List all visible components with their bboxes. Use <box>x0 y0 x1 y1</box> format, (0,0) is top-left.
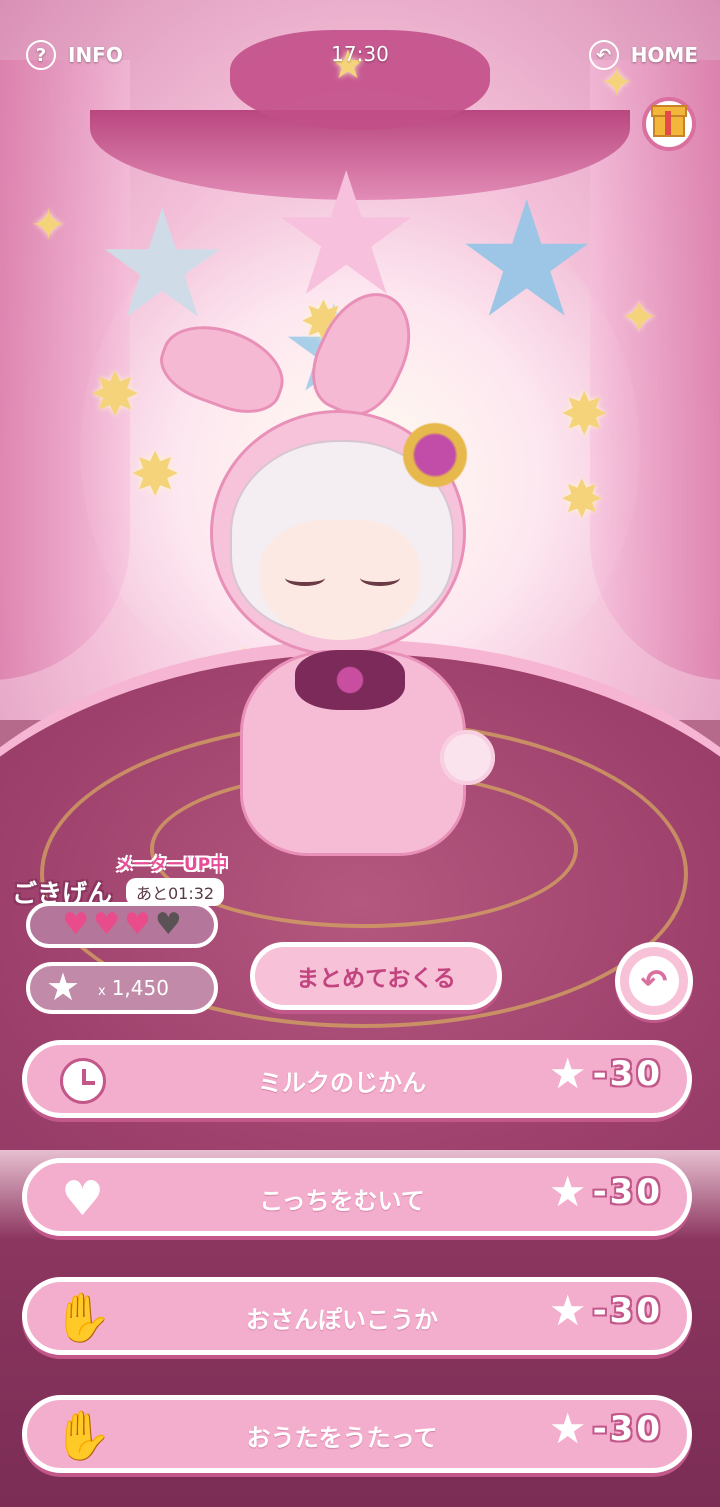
info-label: INFO <box>68 43 123 67</box>
action-label: こっちをむいて <box>259 1187 425 1215</box>
home-label: HOME <box>630 43 698 67</box>
star-count: x 1,450 <box>98 976 169 1000</box>
return-icon: ↶ <box>588 40 619 70</box>
heart-filled-icon: ♥ <box>124 907 151 942</box>
star-icon: ★ <box>548 1167 587 1216</box>
action-label: おさんぽいこうか <box>246 1306 438 1334</box>
action-button-sing[interactable]: ✋ おうたをうたって ★ -30 <box>22 1395 692 1473</box>
action-button-milk[interactable]: ミルクのじかん ★ -30 <box>22 1040 692 1118</box>
clap-hands-icon: ✋ <box>52 1289 113 1346</box>
send-all-button[interactable]: まとめておくる <box>250 942 502 1010</box>
action-cost: ★ -30 <box>548 1167 663 1216</box>
bunny-ear-right <box>297 277 429 429</box>
chibi-character[interactable] <box>150 277 520 870</box>
action-label: ミルクのじかん <box>258 1069 426 1097</box>
star-balance: ★ x 1,450 <box>26 962 218 1014</box>
top-bar: ? INFO 17:30 ↶ HOME <box>0 30 720 80</box>
sparkle-star: ✦ <box>620 290 659 344</box>
gift-button[interactable] <box>642 97 696 151</box>
gift-icon <box>651 105 687 137</box>
action-button-look[interactable]: ♥ こっちをむいて ★ -30 <box>22 1158 692 1236</box>
home-button[interactable]: ↶ HOME <box>588 40 698 70</box>
info-button[interactable]: ? INFO <box>26 40 123 70</box>
question-icon: ? <box>26 40 56 70</box>
closed-eye-left <box>285 570 325 586</box>
heart-empty-icon: ♥ <box>154 907 182 942</box>
star-icon: ★ <box>548 1404 587 1453</box>
action-cost: ★ -30 <box>548 1286 663 1335</box>
sparkle-star: ✸ <box>560 470 604 530</box>
bunny-tail <box>440 730 495 785</box>
action-button-walk[interactable]: ✋ おさんぽいこうか ★ -30 <box>22 1277 692 1355</box>
closed-eye-right <box>360 570 400 586</box>
meter-up-badge: メーターUP中 <box>116 855 228 875</box>
back-button[interactable]: ↶ <box>615 942 693 1020</box>
sparkle-star: ✦ <box>30 200 67 251</box>
star-icon: ★ <box>46 965 81 1009</box>
return-icon: ↶ <box>629 956 679 1006</box>
sparkle-star: ✸ <box>130 440 181 510</box>
clock-icon <box>55 1053 110 1108</box>
heart-icon: ♥ <box>60 1170 105 1227</box>
heart-filled-icon: ♥ <box>93 907 120 942</box>
mood-hearts: ♥ ♥ ♥ ♥ <box>26 902 218 948</box>
clock-time: 17:30 <box>331 42 389 66</box>
action-cost: ★ -30 <box>548 1049 663 1098</box>
star-icon: ★ <box>548 1286 587 1335</box>
star-icon: ★ <box>548 1049 587 1098</box>
action-cost: ★ -30 <box>548 1404 663 1453</box>
moon-brooch <box>395 415 475 495</box>
action-label: おうたをうたって <box>246 1424 438 1452</box>
neck-bow <box>295 650 405 710</box>
send-all-label: まとめておくる <box>296 966 456 992</box>
sparkle-star: ✸ <box>560 380 609 448</box>
heart-filled-icon: ♥ <box>62 907 90 942</box>
clap-hands-icon: ✋ <box>52 1407 113 1464</box>
sparkle-star: ✸ <box>90 360 141 430</box>
